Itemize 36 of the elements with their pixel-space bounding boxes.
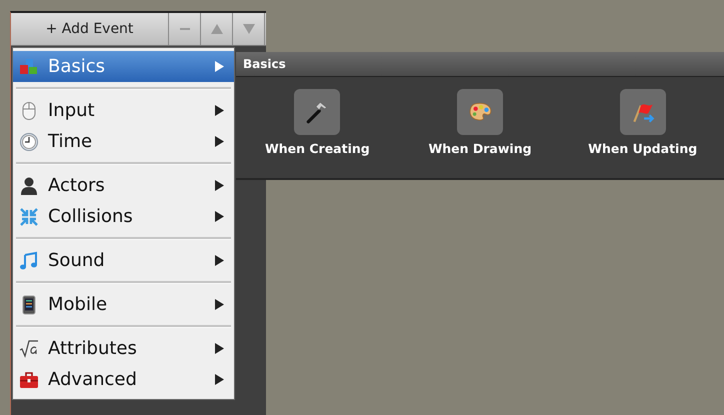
toolbox-icon (19, 370, 39, 390)
menu-item[interactable]: Sound (13, 245, 234, 276)
minus-icon (180, 28, 190, 30)
move-down-button[interactable] (233, 13, 265, 45)
music-note-icon (19, 250, 39, 270)
person-icon (19, 176, 39, 196)
submenu-arrow-icon (215, 374, 224, 385)
menu-item[interactable]: Basics (13, 51, 234, 82)
submenu-arrow-icon (215, 136, 224, 147)
down-triangle-icon (242, 24, 254, 34)
square-root-icon (19, 338, 39, 358)
menu-item[interactable]: Time (13, 126, 234, 157)
panel-title: Basics (243, 57, 286, 71)
submenu-arrow-icon (215, 343, 224, 354)
add-event-button[interactable]: + Add Event (11, 13, 169, 45)
move-up-button[interactable] (201, 13, 233, 45)
submenu-arrow-icon (215, 211, 224, 222)
menu-item[interactable]: Input (13, 95, 234, 126)
menu-item[interactable]: Mobile (13, 289, 234, 320)
menu-item[interactable]: Collisions (13, 201, 234, 232)
submenu-arrow-icon (215, 61, 224, 72)
clock-icon (19, 132, 39, 152)
menu-item[interactable]: Actors (13, 170, 234, 201)
menu-item[interactable]: Advanced (13, 364, 234, 395)
arrows-icon (19, 206, 39, 226)
event-option[interactable]: When Creating (236, 89, 399, 156)
submenu-arrow-icon (215, 105, 224, 116)
remove-button[interactable] (169, 13, 201, 45)
submenu-arrow-icon (215, 255, 224, 266)
blocks-icon (19, 56, 39, 76)
submenu-arrow-icon (215, 180, 224, 191)
event-option[interactable]: When Updating (561, 89, 724, 156)
event-option[interactable]: When Drawing (398, 89, 562, 156)
submenu-arrow-icon (215, 299, 224, 310)
menu-item[interactable]: Attributes (13, 333, 234, 364)
up-triangle-icon (210, 24, 222, 34)
